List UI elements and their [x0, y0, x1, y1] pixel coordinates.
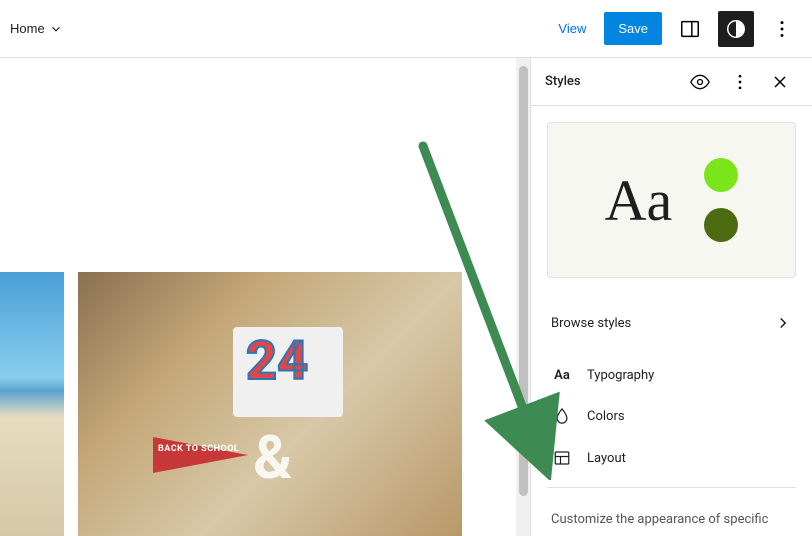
color-swatch-accent1 [704, 158, 738, 192]
document-label: Home [10, 21, 45, 36]
save-button[interactable]: Save [604, 12, 662, 45]
contrast-icon [725, 18, 747, 40]
editor-canvas[interactable]: 24 & BACK TO SCHOOL [0, 58, 530, 536]
typography-label: Typography [587, 368, 654, 383]
layout-section-button[interactable]: Layout [547, 437, 796, 479]
document-dropdown[interactable]: Home [2, 15, 71, 42]
top-toolbar: Home View Save [0, 0, 812, 58]
style-book-button[interactable] [682, 64, 718, 100]
typography-sample: Aa [605, 167, 673, 234]
browse-styles-button[interactable]: Browse styles [547, 302, 796, 356]
more-vertical-icon [730, 72, 750, 92]
colors-label: Colors [587, 409, 625, 424]
image-number-graphic: 24 [246, 330, 308, 393]
chevron-right-icon [774, 314, 792, 332]
section-divider [547, 487, 796, 488]
topbar-right: View Save [550, 11, 800, 47]
sidebar-icon [679, 18, 701, 40]
typography-icon: Aa [551, 368, 573, 383]
image-pennant-text: BACK TO SCHOOL [158, 444, 239, 454]
color-swatches [704, 158, 738, 242]
sidebar-header-actions [682, 64, 798, 100]
image-ampersand-graphic: & [253, 422, 292, 493]
image-gallery: 24 & BACK TO SCHOOL [0, 272, 462, 536]
drop-icon [551, 407, 573, 425]
sidebar-title: Styles [545, 74, 581, 89]
chevron-down-icon [49, 22, 63, 36]
settings-sidebar-toggle[interactable] [672, 11, 708, 47]
sidebar-body: Aa Browse styles Aa Typography [531, 106, 812, 536]
image-pennant-graphic [153, 437, 248, 473]
eye-icon [690, 72, 710, 92]
colors-section-button[interactable]: Colors [547, 395, 796, 437]
gallery-image[interactable] [0, 272, 64, 536]
layout-label: Layout [587, 451, 626, 466]
color-swatch-accent2 [704, 208, 738, 242]
main-area: 24 & BACK TO SCHOOL Styles [0, 58, 812, 536]
customize-description: Customize the appearance of specific [547, 496, 796, 527]
browse-styles-label: Browse styles [551, 316, 631, 331]
topbar-left: Home [2, 15, 71, 42]
styles-more-button[interactable] [722, 64, 758, 100]
layout-icon [551, 449, 573, 467]
more-options-button[interactable] [764, 11, 800, 47]
style-preview-card[interactable]: Aa [547, 122, 796, 278]
styles-sidebar: Styles [530, 58, 812, 536]
typography-section-button[interactable]: Aa Typography [547, 356, 796, 395]
scrollbar-thumb[interactable] [519, 66, 528, 496]
sidebar-header: Styles [531, 58, 812, 106]
close-icon [770, 72, 790, 92]
styles-toggle[interactable] [718, 11, 754, 47]
close-sidebar-button[interactable] [762, 64, 798, 100]
canvas-scrollbar[interactable] [516, 58, 530, 536]
view-button[interactable]: View [550, 15, 594, 42]
gallery-image[interactable]: 24 & BACK TO SCHOOL [78, 272, 462, 536]
more-vertical-icon [771, 18, 793, 40]
